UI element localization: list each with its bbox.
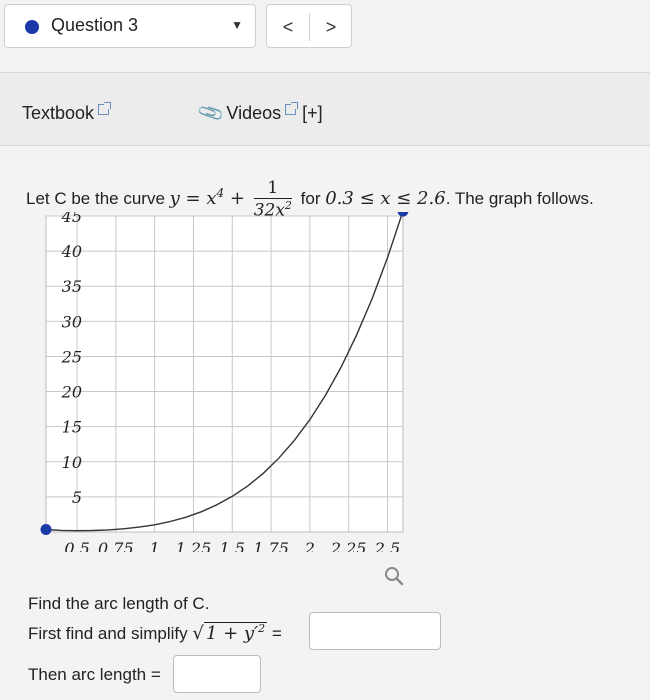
next-question-button[interactable]: > xyxy=(309,13,352,41)
question-status-dot-icon xyxy=(25,20,39,34)
x-tick-label: 0.75 xyxy=(98,539,134,552)
y-tick-label: 30 xyxy=(62,312,82,331)
equation-plus: + xyxy=(224,187,245,209)
question-selector[interactable]: Question 3 ▼ xyxy=(4,4,256,48)
y-tick-label: 15 xyxy=(62,418,82,437)
arc-length-label: Then arc length = xyxy=(28,665,161,684)
simplify-prefix: First find and simplify xyxy=(28,624,188,643)
more-resources-button[interactable]: [+] xyxy=(302,103,323,123)
simplify-answer-input[interactable] xyxy=(309,612,441,650)
sqrt-expression: √ 1 + y′2 xyxy=(192,622,268,644)
external-link-icon xyxy=(98,102,112,115)
chevron-down-icon[interactable]: ▼ xyxy=(231,18,243,32)
y-tick-label: 45 xyxy=(61,212,82,226)
y-tick-label: 40 xyxy=(61,242,82,261)
x-tick-label: 1 xyxy=(150,539,160,552)
curve-endpoint xyxy=(40,524,52,536)
x-tick-label: 2.25 xyxy=(330,539,367,552)
x-tick-label: 2.5 xyxy=(374,539,400,552)
textbook-link[interactable]: Textbook xyxy=(22,102,112,124)
find-arc-length-text: Find the arc length of C. xyxy=(28,594,210,613)
y-tick-label: 25 xyxy=(61,347,82,366)
textbook-link-label: Textbook xyxy=(22,103,95,123)
x-tick-label: 1.25 xyxy=(176,539,212,552)
y-tick-label: 10 xyxy=(62,453,82,472)
magnify-icon[interactable] xyxy=(383,565,405,587)
x-tick-label: 1.75 xyxy=(253,539,289,552)
videos-link-label: Videos xyxy=(226,103,282,123)
equation-exponent: 4 xyxy=(216,186,225,201)
resources-panel: Textbook 📎Videos [+] xyxy=(0,72,650,146)
x-tick-label: 0.5 xyxy=(64,539,89,552)
graph-grid xyxy=(45,215,404,533)
question-label: Question 3 xyxy=(51,15,139,35)
fraction-numerator: 1 xyxy=(253,178,292,199)
intro-text: Let C be the curve xyxy=(26,188,170,208)
y-tick-label: 35 xyxy=(62,277,82,296)
simplify-prompt: First find and simplify √ 1 + y′2 = xyxy=(28,622,282,644)
videos-link[interactable]: 📎Videos [+] xyxy=(196,99,323,128)
range-suffix: . The graph follows. xyxy=(445,188,594,208)
curve-graph: 0.5 0.75 1 1.25 1.5 1.75 2 2.25 2.5 5 10 15 20 25 30 35… xyxy=(40,212,409,552)
question-nav: < > xyxy=(266,4,352,48)
equation-lhs: y = x xyxy=(169,187,217,209)
plot-area xyxy=(45,215,404,533)
prev-question-button[interactable]: < xyxy=(267,13,309,41)
range-prefix: for xyxy=(300,188,326,208)
range-expression: 0.3 ≤ x ≤ 2.6 xyxy=(325,187,446,209)
simplify-equals: = xyxy=(267,624,282,643)
y-tick-label: 20 xyxy=(61,383,82,402)
paperclip-icon: 📎 xyxy=(196,98,226,128)
external-link-icon xyxy=(285,102,299,115)
x-tick-label: 1.5 xyxy=(220,539,245,552)
x-tick-label: 2 xyxy=(304,539,315,552)
arc-length-answer-input[interactable] xyxy=(173,655,261,693)
y-tick-label: 5 xyxy=(72,488,82,507)
